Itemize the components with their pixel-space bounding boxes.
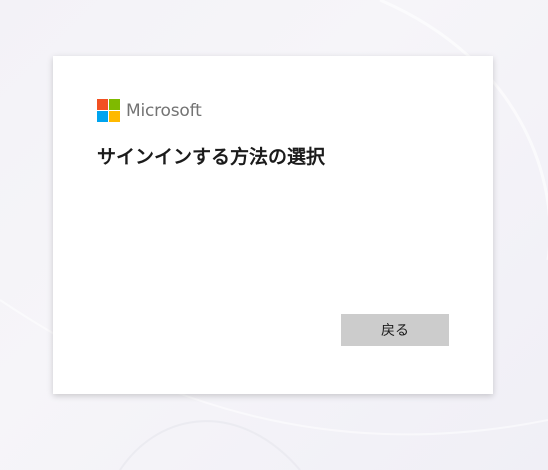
back-button[interactable]: 戻る [341, 314, 449, 346]
sign-in-card: Microsoft サインインする方法の選択 戻る [53, 56, 493, 394]
microsoft-logo: Microsoft [97, 99, 202, 122]
microsoft-logo-icon [97, 99, 120, 122]
logo-square-red [97, 99, 108, 110]
logo-square-yellow [109, 111, 120, 122]
microsoft-logo-text: Microsoft [126, 100, 202, 121]
logo-square-blue [97, 111, 108, 122]
logo-square-green [109, 99, 120, 110]
page-title: サインインする方法の選択 [97, 146, 326, 168]
